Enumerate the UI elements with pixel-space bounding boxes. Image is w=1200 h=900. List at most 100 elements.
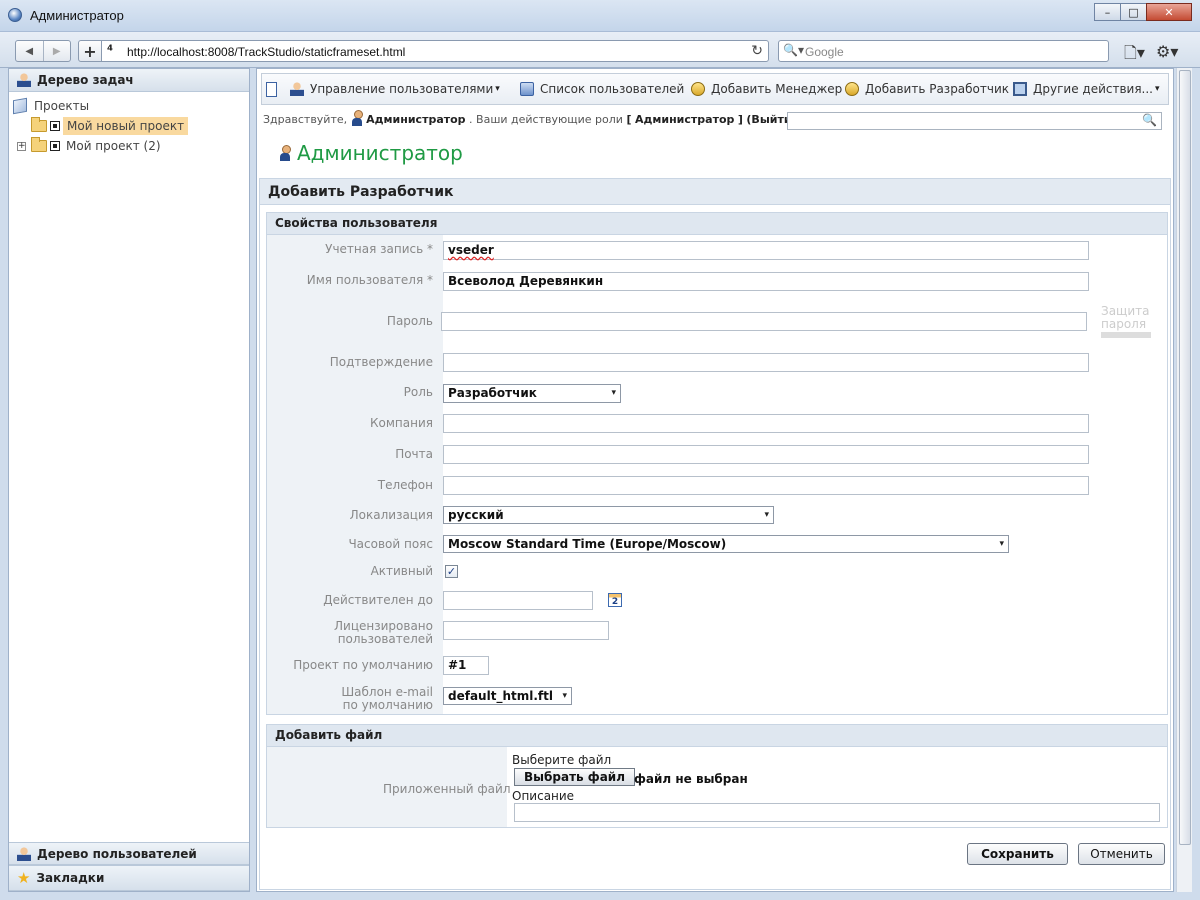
tree-item-projects[interactable]: Проекты: [13, 96, 249, 116]
timezone-select[interactable]: Moscow Standard Time (Europe/Moscow) ▾: [443, 535, 1009, 553]
left-panel: Дерево задач Проекты Мой новый проект + …: [8, 68, 250, 892]
search-engine-icon[interactable]: 🔍▾: [783, 43, 804, 57]
forward-button[interactable]: ▶: [42, 41, 71, 61]
toolbar-user-list[interactable]: Список пользователей: [520, 82, 684, 96]
main-content: Управление пользователями ▾ Список польз…: [256, 68, 1174, 892]
maximize-button[interactable]: □: [1120, 3, 1147, 21]
active-label: Активный: [370, 564, 433, 578]
toolbar-item-label: Управление пользователями: [310, 82, 494, 96]
cancel-button[interactable]: Отменить: [1078, 843, 1165, 865]
choose-file-label: Выберите файл: [512, 753, 612, 767]
browser-logo-icon: [8, 8, 22, 22]
address-bar[interactable]: ⁴ http://localhost:8008/TrackStudio/stat…: [101, 40, 769, 62]
save-button[interactable]: Сохранить: [967, 843, 1068, 865]
login-input[interactable]: vseder: [443, 241, 1089, 260]
default-project-label: Проект по умолчанию: [293, 658, 433, 672]
greeting-user: Администратор: [366, 113, 466, 126]
locale-select[interactable]: русский ▾: [443, 506, 774, 524]
new-tab-button[interactable]: +: [78, 40, 102, 62]
company-label: Компания: [370, 416, 433, 430]
section-title: Добавить файл: [267, 725, 1167, 747]
browser-search-input[interactable]: 🔍▾ Google: [778, 40, 1109, 62]
content-search-input[interactable]: 🔍: [787, 112, 1162, 130]
password-input[interactable]: [441, 312, 1087, 331]
login-value: vseder: [448, 243, 494, 257]
content-scrollbar[interactable]: [1176, 68, 1192, 892]
tools-menu-button[interactable]: ⚙▾: [1156, 42, 1178, 61]
active-checkbox[interactable]: ✓: [445, 565, 458, 578]
tree-item-label: Проекты: [34, 99, 90, 113]
page-menu-button[interactable]: 🗋▾: [1124, 42, 1145, 69]
timezone-label: Часовой пояс: [348, 537, 433, 551]
add-manager-icon: [691, 82, 705, 96]
choose-file-button[interactable]: Выбрать файл: [514, 768, 635, 786]
description-input[interactable]: [514, 803, 1160, 822]
user-list-icon: [520, 82, 534, 96]
toolbar-item-label: Список пользователей: [540, 82, 685, 96]
timezone-value: Moscow Standard Time (Europe/Moscow): [448, 537, 727, 551]
chevron-down-icon: ▾: [1155, 84, 1160, 94]
greeting-line: Здравствуйте, Администратор . Ваши дейст…: [263, 110, 797, 126]
task-tree-icon: [17, 73, 31, 87]
url-text[interactable]: http://localhost:8008/TrackStudio/static…: [127, 45, 405, 59]
confirm-password-input[interactable]: [443, 353, 1089, 372]
calendar-icon[interactable]: 2: [608, 593, 622, 607]
username-input[interactable]: Всеволод Деревянкин: [443, 272, 1089, 291]
expand-icon[interactable]: +: [17, 141, 26, 151]
window-titlebar: Администратор – □ ✕: [0, 0, 1200, 32]
password-label: Пароль: [386, 314, 433, 328]
bookmarks-header[interactable]: ★ Закладки: [9, 865, 249, 891]
scrollbar-thumb[interactable]: [1179, 70, 1191, 845]
toolbar-add-developer[interactable]: Добавить Разработчик: [845, 82, 1009, 96]
confirm-label: Подтверждение: [329, 355, 433, 369]
toolbar-user-management[interactable]: Управление пользователями ▾: [290, 82, 500, 96]
phone-label: Телефон: [377, 478, 433, 492]
minimize-button[interactable]: –: [1094, 3, 1121, 21]
greeting-roles-text: . Ваши действующие роли: [469, 113, 623, 126]
tree-item-label: Мой новый проект: [63, 117, 189, 135]
default-project-input[interactable]: #1: [443, 656, 489, 675]
search-placeholder: Google: [805, 45, 844, 59]
folder-icon: [31, 117, 47, 132]
licensed-users-label: Лицензировано пользователей: [334, 619, 433, 646]
tree-item-my-new-project[interactable]: Мой новый проект: [13, 116, 249, 136]
close-button[interactable]: ✕: [1146, 3, 1192, 21]
company-input[interactable]: [443, 414, 1089, 433]
greeting-hello: Здравствуйте,: [263, 113, 348, 126]
email-label: Почта: [395, 447, 433, 461]
tree-item-my-project[interactable]: + Мой проект (2): [13, 136, 249, 156]
licensed-users-input[interactable]: [443, 621, 609, 640]
task-tree-header[interactable]: Дерево задач: [9, 69, 249, 92]
window-title: Администратор: [30, 8, 124, 23]
role-bracket-open: [: [626, 113, 632, 126]
chevron-down-icon: ▾: [611, 388, 616, 398]
search-icon[interactable]: 🔍: [1142, 113, 1157, 127]
user-tree-header[interactable]: Дерево пользователей: [9, 842, 249, 865]
section-title: Свойства пользователя: [267, 213, 1167, 235]
users-icon: [17, 846, 31, 861]
valid-until-input[interactable]: [443, 591, 593, 610]
chevron-down-icon: ▾: [999, 539, 1004, 549]
collapse-panel-icon[interactable]: [266, 82, 277, 97]
email-template-select[interactable]: default_html.ftl ▾: [443, 687, 572, 705]
chevron-down-icon: ▾: [764, 510, 769, 520]
username-label: Имя пользователя *: [306, 273, 433, 287]
email-input[interactable]: [443, 445, 1089, 464]
locale-label: Локализация: [349, 508, 433, 522]
reload-icon[interactable]: ↻: [751, 43, 763, 59]
phone-input[interactable]: [443, 476, 1089, 495]
toolbar-add-manager[interactable]: Добавить Менеджер: [691, 82, 842, 96]
projects-root-icon: [13, 97, 27, 115]
action-toolbar: Управление пользователями ▾ Список польз…: [261, 73, 1169, 105]
toolbar-item-label: Добавить Разработчик: [865, 82, 1010, 96]
site-identity-icon: ⁴: [107, 43, 114, 59]
back-button[interactable]: ◀: [16, 41, 43, 61]
page-title: Администратор: [279, 141, 463, 165]
toolbar-other-actions[interactable]: Другие действия... ▾: [1013, 82, 1160, 96]
chevron-down-icon: ▾: [495, 84, 500, 94]
attach-file-section: Добавить файл Приложенный файл Выберите …: [266, 724, 1168, 828]
role-label: Роль: [403, 385, 433, 399]
role-select[interactable]: Разработчик ▾: [443, 384, 621, 403]
password-strength-bar: [1101, 332, 1151, 338]
browser-navbar: ◀ ▶ + ⁴ http://localhost:8008/TrackStudi…: [0, 32, 1200, 68]
